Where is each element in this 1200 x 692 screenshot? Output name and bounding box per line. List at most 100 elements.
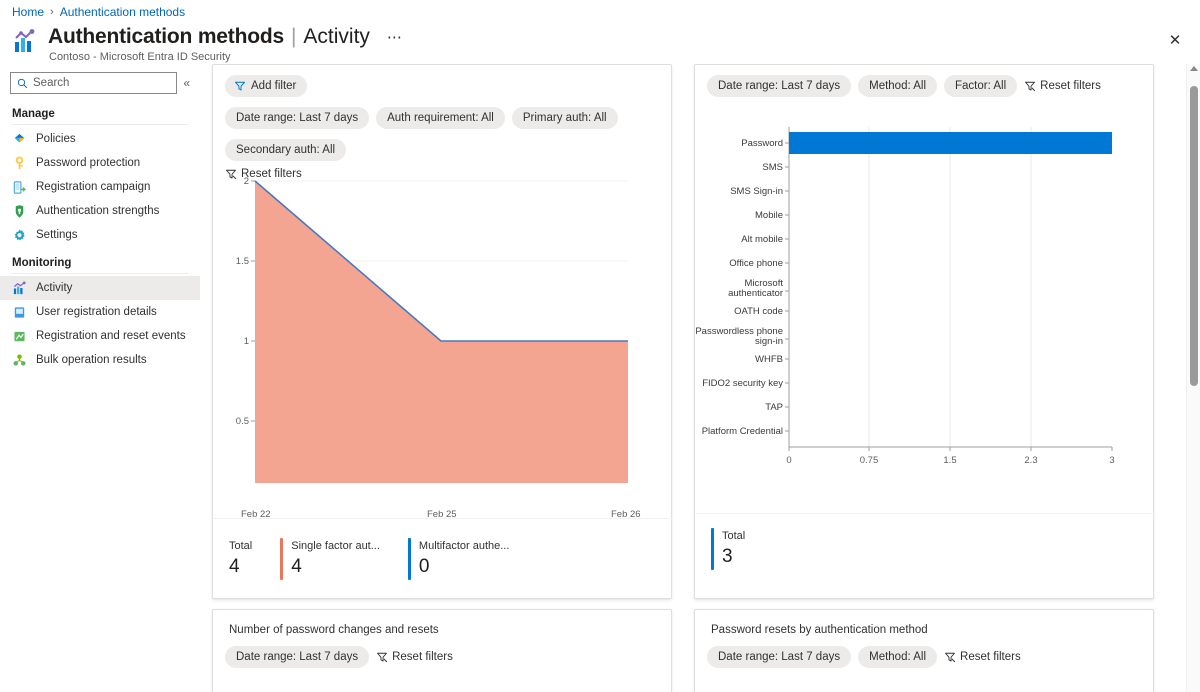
sidebar-item-label: Password protection [36, 157, 141, 169]
search-icon [17, 78, 28, 89]
kpi-label: Multifactor authe... [418, 539, 510, 552]
add-filter-button[interactable]: Add filter [225, 75, 308, 97]
reset-filter-icon [1024, 80, 1036, 92]
svg-text:Platform Credential: Platform Credential [702, 426, 783, 437]
kpi-label: Single factor aut... [291, 539, 380, 552]
collapse-sidebar-button[interactable]: « [181, 76, 192, 90]
filter-chip-auth-requirement[interactable]: Auth requirement: All [376, 107, 505, 129]
filter-chip-primary-auth[interactable]: Primary auth: All [511, 107, 618, 129]
sidebar-item-settings[interactable]: Settings [0, 223, 200, 247]
registration-events-icon [12, 329, 27, 344]
svg-text:FIDO2 security key: FIDO2 security key [702, 378, 783, 389]
reset-filters-button[interactable]: Reset filters [944, 651, 1021, 663]
sidebar-item-label: Registration and reset events [36, 330, 186, 342]
filter-chip-method[interactable]: Method: All [858, 75, 938, 97]
reset-filters-label: Reset filters [1040, 80, 1101, 92]
authentication-methods-icon [12, 28, 40, 56]
kpi-multifactor: Multifactor authe... 0 [407, 537, 510, 580]
kpi-single-factor: Single factor aut... 4 [280, 537, 380, 580]
svg-text:3: 3 [1109, 455, 1114, 466]
breadcrumb-separator-icon: › [50, 6, 54, 18]
sidebar-item-registration-campaign[interactable]: Registration campaign [0, 175, 200, 199]
kpi-color-bar [711, 527, 714, 570]
svg-text:1.5: 1.5 [943, 455, 956, 466]
svg-text:sign-in: sign-in [755, 336, 783, 347]
filter-chip-date-range[interactable]: Date range: Last 7 days [707, 646, 852, 668]
sidebar-search-row: « [0, 64, 200, 98]
kpi-total: Total 3 [711, 527, 745, 570]
sidebar-group-manage-title: Manage [12, 108, 55, 120]
filter-chip-method[interactable]: Method: All [858, 646, 938, 668]
filter-chip-date-range[interactable]: Date range: Last 7 days [707, 75, 852, 97]
registration-campaign-icon [12, 180, 27, 195]
sidebar-item-user-registration-details[interactable]: User registration details [0, 300, 200, 324]
bulk-operations-icon [12, 353, 27, 368]
reset-filter-icon [376, 651, 388, 663]
sidebar-item-label: Policies [36, 133, 76, 145]
methods-filter-chips: Date range: Last 7 days Method: All Fact… [695, 65, 1153, 97]
methods-bar-chart: Password SMS SMS Sign-in Mobile Alt mobi… [695, 107, 1155, 489]
sidebar-item-label: Bulk operation results [36, 354, 147, 366]
svg-text:Mobile: Mobile [755, 210, 783, 221]
filter-chip-secondary-auth[interactable]: Secondary auth: All [225, 139, 347, 161]
gear-icon [12, 228, 27, 243]
password-resets-card: Password resets by authentication method… [694, 609, 1154, 692]
title-separator: | [290, 25, 297, 48]
signins-area-chart: 2 1.5 1 0.5 0 [213, 173, 673, 520]
close-icon[interactable]: ✕ [1164, 29, 1186, 51]
sidebar-divider [12, 273, 188, 274]
filter-chip-date-range[interactable]: Date range: Last 7 days [225, 107, 370, 129]
page-subtitle: Contoso - Microsoft Entra ID Security [49, 51, 231, 63]
signins-active-filters: Date range: Last 7 days Auth requirement… [213, 97, 671, 129]
scroll-up-arrow-icon[interactable] [1190, 66, 1198, 71]
sidebar-item-activity[interactable]: Activity [0, 276, 200, 300]
sidebar-item-label: Settings [36, 229, 78, 241]
svg-text:2.3: 2.3 [1024, 455, 1037, 466]
breadcrumb: Home › Authentication methods [12, 5, 185, 19]
add-filter-label: Add filter [251, 80, 297, 92]
sidebar-item-label: Registration campaign [36, 181, 151, 193]
reset-filters-button[interactable]: Reset filters [1024, 80, 1101, 92]
sidebar-item-authentication-strengths[interactable]: Authentication strengths [0, 199, 200, 223]
sidebar-item-bulk-operation-results[interactable]: Bulk operation results [0, 348, 200, 372]
reset-filters-button[interactable]: Reset filters [376, 651, 453, 663]
sidebar-item-password-protection[interactable]: Password protection [0, 151, 200, 175]
kpi-value: 0 [418, 555, 430, 577]
reset-filters-label: Reset filters [960, 651, 1021, 663]
signins-card: Add filter Date range: Last 7 days Auth … [212, 64, 673, 599]
svg-text:SMS: SMS [762, 162, 783, 173]
password-changes-card: Number of password changes and resets Da… [212, 609, 672, 692]
filter-chip-factor[interactable]: Factor: All [944, 75, 1018, 97]
svg-text:OATH code: OATH code [734, 306, 783, 317]
user-registration-icon [12, 305, 27, 320]
sidebar-item-label: Activity [36, 282, 73, 294]
methods-card: Date range: Last 7 days Method: All Fact… [694, 64, 1155, 599]
card-title: Number of password changes and resets [229, 624, 439, 636]
sidebar-item-registration-and-reset-events[interactable]: Registration and reset events [0, 324, 200, 348]
reset-filters-label: Reset filters [392, 651, 453, 663]
svg-text:Office phone: Office phone [729, 258, 783, 269]
breadcrumb-authentication-methods[interactable]: Authentication methods [60, 5, 185, 19]
dashboard-grid: Add filter Date range: Last 7 days Auth … [212, 64, 1168, 692]
kpi-label: Total [229, 539, 253, 552]
search-input[interactable] [33, 77, 171, 89]
svg-text:0: 0 [786, 455, 791, 466]
reset-filter-icon [944, 651, 956, 663]
more-actions-button[interactable]: ⋯ [387, 28, 403, 46]
search-box[interactable] [10, 72, 178, 94]
kpi-total: Total 4 [229, 538, 252, 580]
policies-icon [12, 132, 27, 147]
vertical-scrollbar[interactable] [1186, 64, 1200, 692]
svg-text:0.75: 0.75 [860, 455, 879, 466]
filter-icon [234, 80, 246, 92]
breadcrumb-home[interactable]: Home [12, 5, 44, 19]
filter-chip-date-range[interactable]: Date range: Last 7 days [225, 646, 370, 668]
svg-text:TAP: TAP [765, 402, 783, 413]
scrollbar-thumb[interactable] [1190, 86, 1198, 386]
content-area: Add filter Date range: Last 7 days Auth … [200, 64, 1188, 692]
sidebar-item-label: User registration details [36, 306, 157, 318]
sidebar-item-policies[interactable]: Policies [0, 127, 200, 151]
authentication-methods-activity-page: Home › Authentication methods Authentica… [0, 0, 1200, 692]
signins-kpi-row: Total 4 Single factor aut... 4 Multifact… [213, 518, 673, 598]
svg-text:1: 1 [244, 336, 249, 347]
